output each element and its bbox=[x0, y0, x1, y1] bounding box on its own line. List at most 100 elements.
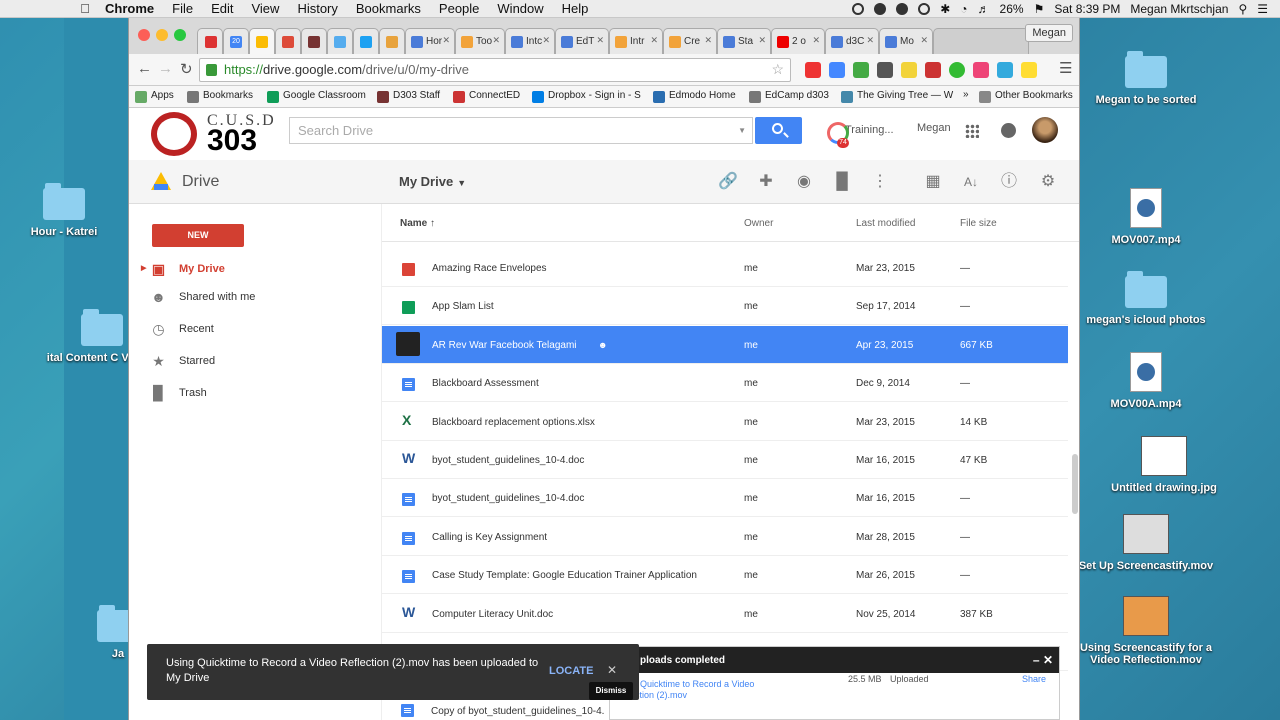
dismiss-close-icon[interactable]: ✕ bbox=[607, 663, 617, 677]
tab-google[interactable] bbox=[379, 28, 405, 54]
drive-extension-icon[interactable] bbox=[853, 62, 869, 78]
upload-file-name[interactable]: Quicktime to Record a Video bbox=[640, 679, 754, 689]
desktop-file[interactable]: MOV00A.mp4 bbox=[1076, 352, 1216, 410]
grid-view-icon[interactable]: ▦ bbox=[923, 172, 943, 192]
bookmark-edcamp[interactable]: EdCamp d303 bbox=[749, 90, 829, 103]
tab-5[interactable]: Intr ✕ bbox=[609, 28, 663, 54]
tab-4[interactable]: EdT ✕ bbox=[555, 28, 609, 54]
tab-close-icon[interactable]: ✕ bbox=[866, 35, 874, 46]
table-row[interactable]: Wbyot_student_guidelines_10-4.doc me Mar 1… bbox=[382, 441, 1068, 479]
search-button[interactable] bbox=[755, 117, 802, 144]
sort-az-icon[interactable]: A↓ bbox=[961, 172, 981, 192]
tab-gplus[interactable] bbox=[275, 28, 301, 54]
avatar[interactable] bbox=[1032, 117, 1058, 143]
app-title[interactable]: Drive bbox=[182, 173, 219, 191]
chrome-menu-icon[interactable]: ☰ bbox=[1059, 59, 1072, 77]
battery-percent[interactable]: 26% bbox=[1000, 2, 1024, 16]
details-info-icon[interactable]: ⓘ bbox=[999, 172, 1019, 192]
district-logo[interactable]: C.U.S.D 303 bbox=[151, 112, 274, 157]
tab-6[interactable]: Cre ✕ bbox=[663, 28, 717, 54]
minimize-icon[interactable]: – bbox=[1033, 653, 1040, 667]
tab-close-icon[interactable]: ✕ bbox=[442, 35, 450, 46]
apps-grid-icon[interactable] bbox=[965, 124, 979, 138]
sidebar-item-trash[interactable]: ▉ Trash bbox=[129, 380, 381, 406]
table-row[interactable]: Case Study Template: Google Education Tr… bbox=[382, 556, 1068, 595]
preview-eye-icon[interactable]: ◉ bbox=[794, 172, 814, 192]
extension-icon[interactable] bbox=[829, 62, 845, 78]
share-add-person-icon[interactable]: ✚ bbox=[756, 172, 776, 192]
minimize-window-icon[interactable] bbox=[156, 29, 168, 41]
extension-icon[interactable] bbox=[925, 62, 941, 78]
evernote-icon[interactable] bbox=[896, 3, 909, 15]
desktop-folder[interactable]: megan's icloud photos bbox=[1076, 271, 1216, 326]
sidebar-item-starred[interactable]: ★ Starred bbox=[129, 348, 381, 374]
menu-window[interactable]: Window bbox=[488, 0, 552, 18]
tab-10[interactable]: Mo ✕ bbox=[879, 28, 933, 54]
bookmark-edmodo[interactable]: Edmodo Home bbox=[653, 90, 736, 103]
search-options-icon[interactable]: ▼ bbox=[738, 126, 746, 135]
table-row[interactable]: Blackboard Assessment me Dec 9, 2014 — bbox=[382, 364, 1068, 403]
notification-center-icon[interactable]: ☰ bbox=[1257, 2, 1268, 16]
record-icon[interactable] bbox=[852, 3, 865, 15]
sidebar-item-recent[interactable]: ◷ Recent bbox=[129, 316, 381, 342]
column-owner[interactable]: Owner bbox=[744, 218, 773, 229]
table-row[interactable]: byot_student_guidelines_10-4.doc me Mar 16… bbox=[382, 479, 1068, 518]
desktop-file[interactable]: Set Up Screencastify.mov bbox=[1076, 514, 1216, 572]
bookmark-classroom[interactable]: Google Classroom bbox=[267, 90, 366, 103]
column-file-size[interactable]: File size bbox=[960, 218, 997, 229]
scrollbar[interactable] bbox=[1072, 454, 1078, 514]
tab-7[interactable]: Sta ✕ bbox=[717, 28, 771, 54]
column-last-modified[interactable]: Last modified bbox=[856, 218, 915, 229]
menu-clock[interactable]: Sat 8:39 PM bbox=[1054, 2, 1120, 16]
get-link-icon[interactable]: 🔗 bbox=[718, 172, 738, 192]
tab-close-icon[interactable]: ✕ bbox=[920, 35, 928, 46]
tab-gmail[interactable] bbox=[197, 28, 223, 54]
table-row[interactable]: App Slam List me Sep 17, 2014 — bbox=[382, 287, 1068, 326]
bookmark-other[interactable]: Other Bookmarks bbox=[979, 90, 1073, 103]
apple-menu-icon[interactable]:  bbox=[74, 1, 96, 16]
menu-history[interactable]: History bbox=[288, 0, 346, 18]
menu-user[interactable]: Megan Mkrtschjan bbox=[1130, 2, 1228, 16]
column-name[interactable]: Name ↑ bbox=[400, 218, 435, 229]
menu-chrome[interactable]: Chrome bbox=[96, 0, 163, 18]
close-window-icon[interactable] bbox=[138, 29, 150, 41]
desktop-folder[interactable]: Hour - Katrei bbox=[0, 183, 134, 238]
new-tab-button[interactable] bbox=[933, 28, 1029, 54]
zoom-window-icon[interactable] bbox=[174, 29, 186, 41]
delete-trash-icon[interactable]: █ bbox=[832, 172, 852, 192]
menu-help[interactable]: Help bbox=[553, 0, 598, 18]
drive-logo-icon[interactable] bbox=[151, 172, 171, 190]
more-actions-icon[interactable]: ⋮ bbox=[870, 172, 890, 192]
profile-button[interactable]: Megan bbox=[1025, 24, 1073, 42]
menu-file[interactable]: File bbox=[163, 0, 202, 18]
new-button[interactable]: NEW bbox=[152, 224, 244, 247]
bookmark-bookmarks[interactable]: Bookmarks bbox=[187, 90, 253, 103]
tab-3[interactable]: Intc ✕ bbox=[505, 28, 555, 54]
upload-share-link[interactable]: Share bbox=[1022, 674, 1046, 684]
bookmark-connected[interactable]: ConnectED bbox=[453, 90, 520, 103]
film-extension-icon[interactable] bbox=[877, 62, 893, 78]
tab-close-icon[interactable]: ✕ bbox=[650, 35, 658, 46]
search-drive-input[interactable]: Search Drive ▼ bbox=[289, 117, 753, 144]
address-bar[interactable]: https://drive.google.com/drive/u/0/my-dr… bbox=[199, 58, 791, 82]
expand-arrow-icon[interactable]: ▶ bbox=[141, 256, 146, 282]
spotlight-icon[interactable]: ⚲ bbox=[1238, 2, 1247, 16]
tab-1[interactable]: Hor ✕ bbox=[405, 28, 455, 54]
tab-calendar[interactable]: 20 bbox=[223, 28, 249, 54]
tab-drive[interactable] bbox=[249, 28, 275, 54]
tab-close-icon[interactable]: ✕ bbox=[492, 35, 500, 46]
bookmark-dropbox[interactable]: Dropbox - Sign in - S bbox=[532, 90, 641, 103]
tab-close-icon[interactable]: ✕ bbox=[758, 35, 766, 46]
menu-view[interactable]: View bbox=[242, 0, 288, 18]
tab-2[interactable]: Too ✕ bbox=[455, 28, 505, 54]
sidebar-item-my-drive[interactable]: ▶ ▣ My Drive bbox=[129, 256, 381, 282]
desktop-file[interactable]: Using Screencastify for a Video Reflecti… bbox=[1076, 596, 1216, 666]
time-machine-icon[interactable] bbox=[918, 3, 931, 15]
desktop-file[interactable]: Untitled drawing.jpg bbox=[1094, 436, 1234, 494]
table-row[interactable]: Amazing Race Envelopes me Mar 23, 2015 — bbox=[382, 249, 1068, 287]
tab-twitter[interactable] bbox=[327, 28, 353, 54]
notification-icon[interactable] bbox=[874, 3, 887, 15]
desktop-folder[interactable]: Megan to be sorted bbox=[1076, 51, 1216, 106]
table-row[interactable]: W Computer Literacy Unit.doc me Nov 25, 201… bbox=[382, 595, 1068, 633]
bookmarks-overflow[interactable]: » bbox=[963, 89, 969, 100]
